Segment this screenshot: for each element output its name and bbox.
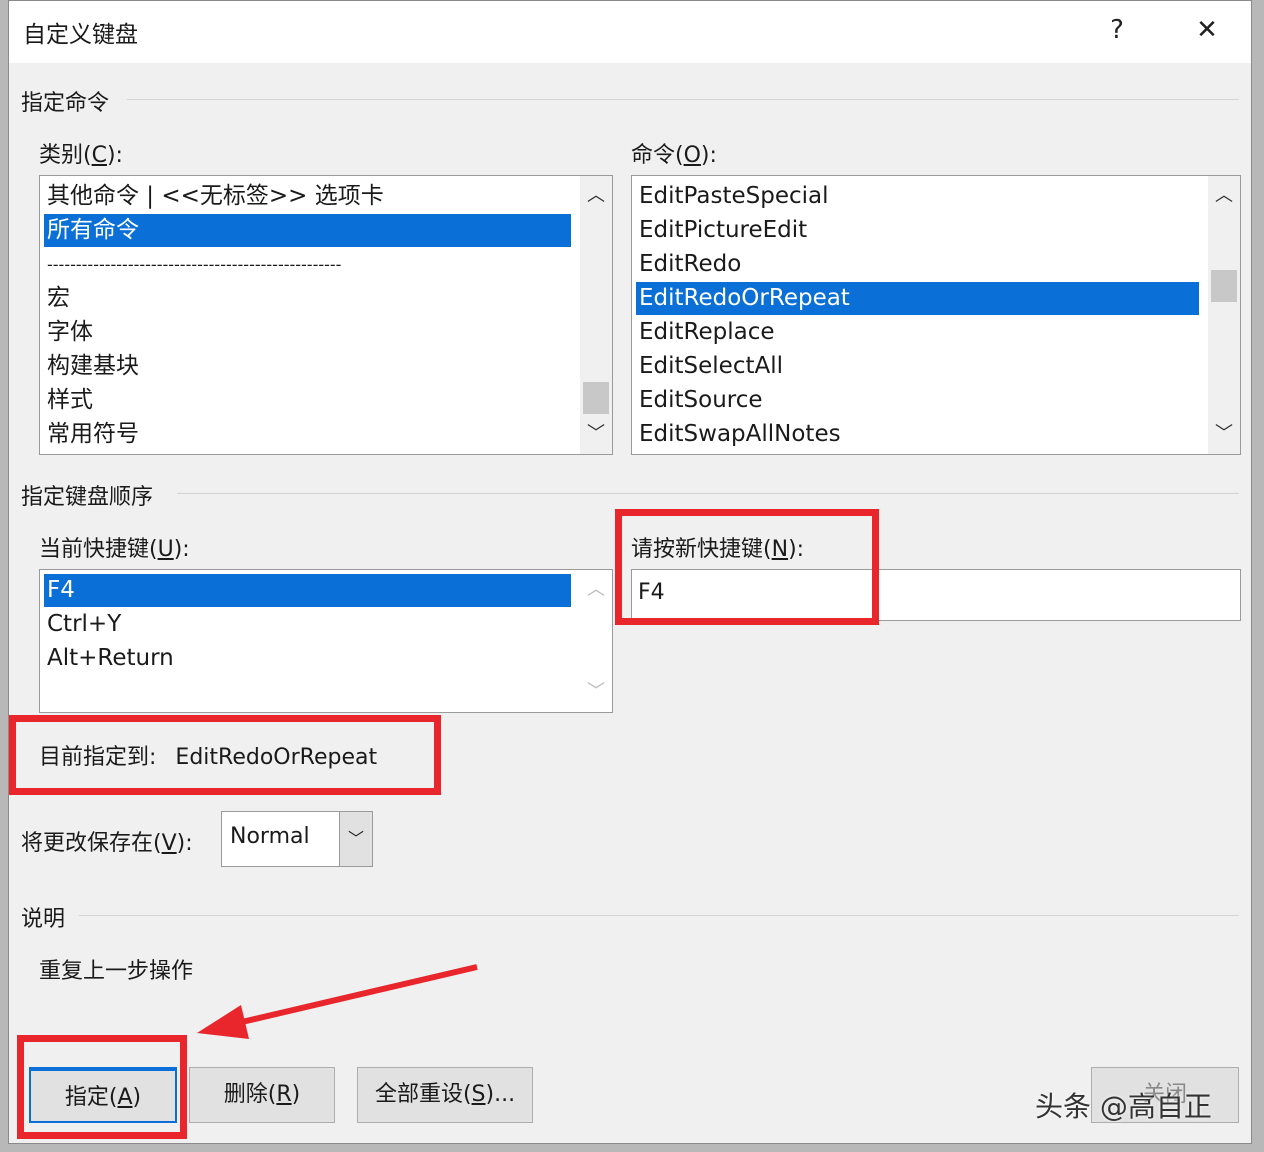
dialog-title: 自定义键盘 xyxy=(23,22,138,48)
scroll-up-icon[interactable]: ︿ xyxy=(1208,180,1240,212)
list-separator: ----------------------------------------… xyxy=(47,255,342,274)
save-in-value: Normal xyxy=(230,824,310,849)
assign-command-section-title: 指定命令 xyxy=(21,91,110,116)
list-item[interactable]: EditSource xyxy=(636,384,763,417)
scroll-down-icon[interactable]: ﹀ xyxy=(580,418,612,450)
list-item[interactable]: EditRedo xyxy=(636,248,741,281)
annotation-box xyxy=(17,1035,187,1139)
watermark: 头条 @高自正 xyxy=(1035,1090,1212,1123)
keyboard-sequence-section-title: 指定键盘顺序 xyxy=(21,485,154,510)
save-in-label: 将更改保存在(V): xyxy=(21,831,193,856)
scroll-thumb[interactable] xyxy=(583,382,609,414)
list-item-selected[interactable]: F4 xyxy=(44,574,571,607)
commands-label: 命令(O): xyxy=(631,143,717,168)
title-bar: 自定义键盘 ? ✕ xyxy=(9,1,1251,63)
current-keys-listbox[interactable]: F4 Ctrl+Y Alt+Return ︿ ﹀ xyxy=(39,569,613,713)
help-button[interactable]: ? xyxy=(1097,11,1137,49)
description-text: 重复上一步操作 xyxy=(39,959,194,984)
section-divider xyxy=(177,493,1239,494)
list-item[interactable]: EditPasteSpecial xyxy=(636,180,829,213)
list-item[interactable]: EditReplace xyxy=(636,316,775,349)
list-item[interactable]: Ctrl+Y xyxy=(44,608,121,641)
category-listbox[interactable]: 其他命令 | <<无标签>> 选项卡 所有命令 ----------------… xyxy=(39,175,613,455)
section-divider xyxy=(127,99,1239,100)
list-item-selected[interactable]: EditRedoOrRepeat xyxy=(636,282,1199,315)
save-in-select[interactable]: Normal ﹀ xyxy=(221,811,373,867)
current-keys-scrollbar: ︿ ﹀ xyxy=(580,570,612,712)
commands-listbox[interactable]: EditPasteSpecial EditPictureEdit EditRed… xyxy=(631,175,1241,455)
list-item[interactable]: 字体 xyxy=(44,316,93,349)
chevron-down-icon[interactable]: ﹀ xyxy=(339,812,372,866)
current-keys-label: 当前快捷键(U): xyxy=(39,537,190,562)
list-item[interactable]: 宏 xyxy=(44,282,70,315)
scroll-down-icon: ﹀ xyxy=(587,681,605,702)
annotation-arrow xyxy=(197,964,478,1039)
description-section-title: 说明 xyxy=(21,907,66,932)
list-item[interactable]: EditPictureEdit xyxy=(636,214,807,247)
close-icon[interactable]: ✕ xyxy=(1187,11,1227,49)
list-item[interactable]: 样式 xyxy=(44,384,93,417)
list-item[interactable]: EditSwapAllNotes xyxy=(636,418,841,451)
scroll-up-icon[interactable]: ︿ xyxy=(580,180,612,212)
list-item[interactable]: EditSelectAll xyxy=(636,350,783,383)
scroll-up-icon: ︿ xyxy=(587,579,605,600)
list-item[interactable]: 常用符号 xyxy=(44,418,139,451)
remove-button[interactable]: 删除(R) xyxy=(189,1067,335,1123)
list-item[interactable]: 其他命令 | <<无标签>> 选项卡 xyxy=(44,180,384,213)
annotation-box xyxy=(615,509,879,625)
reset-all-button[interactable]: 全部重设(S)... xyxy=(357,1067,533,1123)
list-item-selected[interactable]: 所有命令 xyxy=(44,214,571,247)
category-label: 类别(C): xyxy=(39,143,123,168)
customize-keyboard-dialog: 自定义键盘 ? ✕ 指定命令 类别(C): 其他命令 | <<无标签>> 选项卡… xyxy=(8,0,1252,1144)
commands-scrollbar[interactable]: ︿ ﹀ xyxy=(1208,176,1240,454)
list-item[interactable]: 构建基块 xyxy=(44,350,139,383)
scroll-thumb[interactable] xyxy=(1211,270,1237,302)
category-scrollbar[interactable]: ︿ ﹀ xyxy=(580,176,612,454)
list-item[interactable]: Alt+Return xyxy=(44,642,174,675)
section-divider xyxy=(79,915,1239,916)
annotation-box xyxy=(9,715,441,795)
scroll-down-icon[interactable]: ﹀ xyxy=(1208,418,1240,450)
